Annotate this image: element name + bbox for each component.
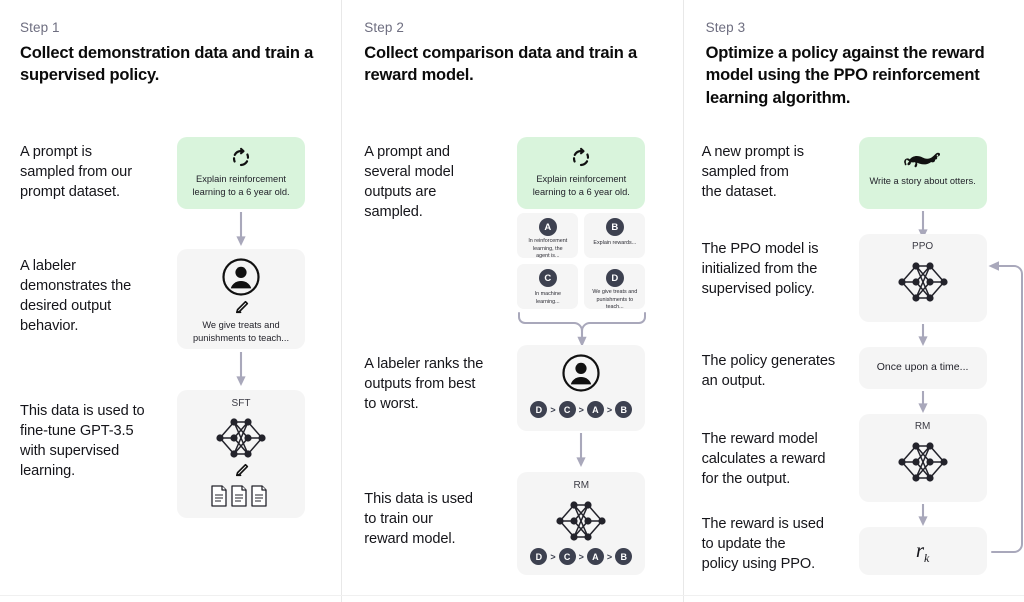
sft-card-title: SFT — [231, 398, 251, 409]
reward-card[interactable]: rk — [858, 527, 987, 575]
ranking-card[interactable]: D > C > A > B — [517, 345, 646, 431]
step-3-label: Step 3 — [705, 20, 746, 35]
pencil-icon — [177, 299, 305, 316]
output-card-b[interactable]: B Explain rewards... — [584, 213, 646, 258]
rlhf-diagram: Step 1 Collect demonstration data and tr… — [0, 0, 1024, 602]
rank-badge-1: D — [530, 401, 548, 418]
reward-subscript: k — [924, 551, 930, 566]
rank-badge-4: B — [615, 401, 633, 418]
rm-card-title: RM — [914, 421, 931, 432]
step-1-title: Collect demonstration data and train a s… — [20, 44, 314, 85]
badge-b: B — [605, 218, 624, 236]
output-b-text: Explain rewards... — [593, 240, 637, 246]
sft-card[interactable]: SFT — [177, 390, 305, 518]
arrow-down-icon — [234, 352, 248, 388]
rank-badge-4: B — [615, 548, 633, 565]
reward-value: rk — [859, 538, 987, 566]
rank-badge-2: C — [558, 548, 576, 565]
rank-badge-2: C — [558, 401, 576, 418]
step-2-column: Step 2 Collect comparison data and train… — [341, 0, 682, 602]
prompt-card[interactable]: Explain reinforcement learning to a 6 ye… — [177, 137, 305, 209]
badge-c: C — [538, 269, 557, 287]
step-3-caption-3: The policy generates an output. — [701, 353, 836, 389]
prompt-card[interactable]: Explain reinforcement learning to a 6 ye… — [517, 137, 646, 209]
rank-badge-3: A — [586, 401, 604, 418]
step-3-caption-1: A new prompt is sampled from the dataset… — [701, 144, 804, 200]
step-1-caption-2: A labeler demonstrates the desired outpu… — [20, 258, 132, 334]
new-prompt-card[interactable]: Write a story about otters. — [858, 137, 987, 209]
rank-separator: > — [550, 551, 556, 562]
ranking-row: D > C > A > B — [517, 401, 645, 418]
arrow-down-icon — [574, 433, 588, 469]
rank-separator: > — [606, 404, 613, 415]
rank-separator: > — [578, 404, 584, 415]
step-3-caption-2: The PPO model is initialized from the su… — [701, 241, 819, 297]
prompt-card-text: Explain reinforcement learning to a 6 ye… — [532, 174, 630, 197]
neural-net-icon — [859, 438, 987, 486]
output-a-text: In reinforcement learning, the agent is.… — [528, 238, 568, 260]
rm-card[interactable]: RM — [858, 414, 987, 502]
pencil-icon — [177, 462, 305, 479]
new-prompt-card-text: Write a story about otters. — [869, 176, 976, 186]
arrow-down-icon — [916, 504, 930, 528]
badge-a: A — [538, 218, 557, 236]
merge-brace-arrow-icon — [517, 311, 647, 349]
step-2-caption-3: This data is used to train our reward mo… — [364, 491, 473, 547]
step-3-title: Optimize a policy against the reward mod… — [705, 44, 985, 107]
ppo-card[interactable]: PPO — [858, 234, 987, 322]
documents-icon — [177, 484, 305, 508]
rank-separator: > — [550, 404, 556, 415]
step-2-caption-2: A labeler ranks the outputs from best to… — [364, 356, 484, 412]
prompt-card-text: Explain reinforcement learning to a 6 ye… — [192, 174, 290, 197]
arrow-down-icon — [916, 324, 930, 348]
rank-badge-3: A — [586, 548, 604, 565]
step-1-caption-1: A prompt is sampled from our prompt data… — [20, 144, 132, 200]
ranking-row: D > C > A > B — [517, 548, 645, 565]
ppo-card-title: PPO — [912, 241, 934, 252]
feedback-loop-arrow-icon — [980, 261, 1024, 554]
step-1-column: Step 1 Collect demonstration data and tr… — [0, 0, 341, 602]
step-3-caption-4: The reward model calculates a reward for… — [701, 431, 826, 487]
step-1-label: Step 1 — [20, 20, 60, 35]
arrow-down-icon — [916, 391, 930, 415]
step-3-caption-5: The reward is used to update the policy … — [701, 516, 824, 572]
labeler-card[interactable]: We give treats and punishments to teach.… — [177, 249, 305, 349]
arrow-down-icon — [234, 212, 248, 248]
otter-icon — [859, 149, 987, 169]
output-card-c[interactable]: C In machine learning... — [517, 264, 579, 309]
badge-d: D — [605, 269, 624, 287]
reward-symbol: r — [915, 538, 925, 562]
rm-card[interactable]: RM D > C > A > B — [517, 472, 646, 575]
output-d-text: We give treats and punishments to teach.… — [592, 289, 638, 311]
person-circle-icon — [517, 353, 645, 393]
step-1-caption-3: This data is used to fine-tune GPT-3.5 w… — [20, 403, 145, 479]
step-2-caption-1: A prompt and several model outputs are s… — [364, 144, 454, 220]
cycle-icon — [517, 147, 645, 169]
output-c-text: In machine learning... — [534, 291, 561, 305]
cycle-icon — [177, 147, 305, 169]
output-card-a[interactable]: A In reinforcement learning, the agent i… — [517, 213, 579, 260]
output-card-d[interactable]: D We give treats and punishments to teac… — [584, 264, 646, 311]
bottom-divider — [0, 595, 1024, 596]
rank-separator: > — [606, 551, 613, 562]
neural-net-icon — [859, 258, 987, 306]
step-3-column: Step 3 Optimize a policy against the rew… — [682, 0, 1024, 602]
output-card[interactable]: Once upon a time... — [858, 347, 987, 389]
person-circle-icon — [177, 257, 305, 297]
step-2-label: Step 2 — [364, 20, 404, 35]
step-2-title: Collect comparison data and train a rewa… — [364, 44, 637, 85]
rank-badge-1: D — [530, 548, 548, 565]
labeler-card-text: We give treats and punishments to teach.… — [192, 320, 290, 343]
neural-net-icon — [517, 497, 645, 545]
output-card-text: Once upon a time... — [876, 361, 969, 373]
rm-card-title: RM — [573, 480, 590, 491]
neural-net-icon — [177, 414, 305, 462]
rank-separator: > — [578, 551, 584, 562]
